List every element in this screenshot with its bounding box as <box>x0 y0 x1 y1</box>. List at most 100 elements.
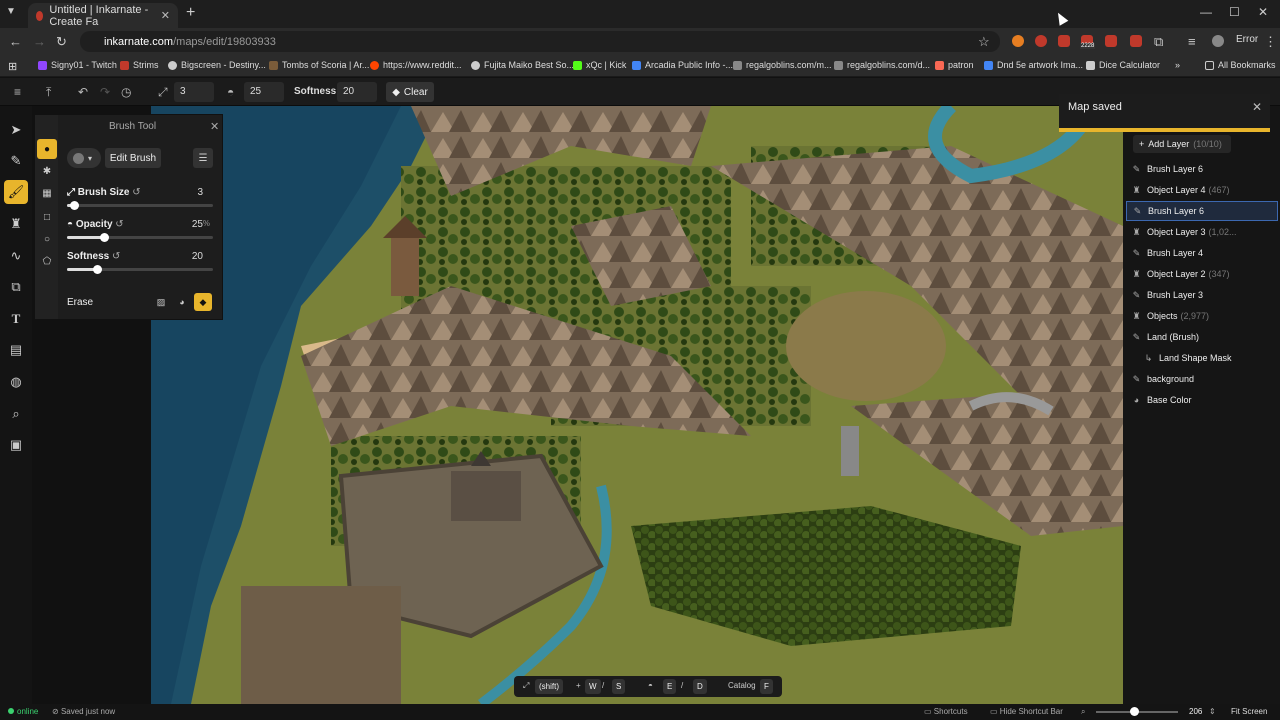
hamburger-menu-icon[interactable]: ≡ <box>14 85 21 99</box>
select-tool-icon[interactable]: ➤ <box>4 118 28 142</box>
close-tab-icon[interactable]: ✕ <box>161 9 170 22</box>
bookmark-item[interactable]: https://www.reddit... <box>370 60 462 70</box>
reset-icon[interactable]: ↺ <box>115 219 123 230</box>
reload-icon[interactable]: ↻ <box>56 34 67 50</box>
more-menu-icon[interactable]: ⋮ <box>1264 34 1277 50</box>
bookmark-item[interactable]: Fujita Maiko Best So... <box>471 60 574 70</box>
softness-slider[interactable] <box>67 265 213 274</box>
layer-item[interactable]: ♜ Objects (2,977) <box>1126 306 1278 326</box>
close-icon[interactable]: ✕ <box>210 120 219 133</box>
round-brush-icon[interactable]: ● <box>37 139 57 159</box>
bookmark-item[interactable]: Tombs of Scoria | Ar... <box>269 60 369 70</box>
bookmark-item[interactable]: Dice Calculator <box>1086 60 1160 70</box>
layer-item-selected[interactable]: ✎ Brush Layer 6 <box>1126 201 1278 221</box>
brush-size-slider[interactable] <box>67 201 213 210</box>
reset-icon[interactable]: ↺ <box>112 251 120 262</box>
brush-tool-icon[interactable]: 🖌 <box>4 180 28 204</box>
layer-item[interactable]: ♜ Object Layer 2 (347) <box>1126 264 1278 284</box>
page-tool-icon[interactable]: ▤ <box>4 338 28 362</box>
more-bookmarks-icon[interactable]: » <box>1175 60 1180 70</box>
opacity-value[interactable]: 25 <box>192 219 203 230</box>
brush-settings-icon[interactable]: ☰ <box>193 148 213 168</box>
add-layer-button[interactable]: + Add Layer (10/10) <box>1133 135 1231 153</box>
layer-item[interactable]: ♜ Object Layer 3 (1,02... <box>1126 222 1278 242</box>
save-tool-icon[interactable]: ▣ <box>4 433 28 457</box>
extension-icon[interactable] <box>1012 35 1024 47</box>
zoom-slider-handle[interactable] <box>1130 707 1139 716</box>
extension-icon[interactable] <box>1130 35 1142 47</box>
reset-icon[interactable]: ↺ <box>132 187 140 198</box>
map-canvas[interactable] <box>151 106 1123 704</box>
layer-item[interactable]: ✎ Brush Layer 3 <box>1126 285 1278 305</box>
bookmark-item[interactable]: Dnd 5e artwork Ima... <box>984 60 1083 70</box>
extension-icon[interactable] <box>1035 35 1047 47</box>
bookmark-item[interactable]: patron <box>935 60 974 70</box>
layer-item[interactable]: ◕ Base Color <box>1126 390 1278 410</box>
fit-screen-button[interactable]: Fit Screen <box>1231 707 1267 716</box>
globe-tool-icon[interactable]: ◍ <box>4 370 28 394</box>
back-icon[interactable]: ← <box>9 34 22 49</box>
all-bookmarks[interactable]: All Bookmarks <box>1205 60 1276 70</box>
shape-tool-icon[interactable]: ⧉ <box>4 275 28 299</box>
extensions-puzzle-icon[interactable]: ⧉ <box>1154 34 1163 50</box>
softness-input[interactable]: 20 <box>337 82 377 102</box>
url-field[interactable]: inkarnate.com/maps/edit/19803933 <box>80 31 1000 52</box>
clear-button[interactable]: ◆ Clear <box>386 82 434 102</box>
extension-icon[interactable] <box>1105 35 1117 47</box>
slider-handle[interactable] <box>100 233 109 242</box>
opacity-slider[interactable] <box>67 233 213 242</box>
reading-list-icon[interactable]: ≡ <box>1188 34 1196 49</box>
bookmark-item[interactable]: Arcadia Public Info -... <box>632 60 733 70</box>
redo-icon[interactable]: ↷ <box>100 85 110 99</box>
layer-item[interactable]: ♜ Object Layer 4 (467) <box>1126 180 1278 200</box>
minimize-icon[interactable]: — <box>1200 5 1212 19</box>
shortcuts-button[interactable]: ▭ Shortcuts <box>924 707 968 716</box>
apps-grid-icon[interactable]: ⊞ <box>8 60 17 73</box>
tab-search-icon[interactable]: ▼ <box>6 6 16 17</box>
bookmark-item[interactable]: xQc | Kick <box>573 60 626 70</box>
path-tool-icon[interactable]: ∿ <box>4 244 28 268</box>
brush-size-value[interactable]: 3 <box>197 187 203 198</box>
profile-error-button[interactable]: Error <box>1236 34 1258 45</box>
zoom-value[interactable]: 206 <box>1189 707 1202 716</box>
new-tab-icon[interactable]: + <box>186 4 195 22</box>
bookmark-item[interactable]: Signy01 - Twitch <box>38 60 117 70</box>
export-icon[interactable]: ⤒ <box>46 85 51 100</box>
layer-item[interactable]: ✎ Brush Layer 6 <box>1126 159 1278 179</box>
text-tool-icon[interactable]: T <box>4 307 28 331</box>
zoom-stepper-icon[interactable]: ⇕ <box>1209 707 1216 716</box>
bookmark-item[interactable]: Strims <box>120 60 159 70</box>
edit-brush-button[interactable]: Edit Brush <box>105 148 161 168</box>
browser-tab[interactable]: Untitled | Inkarnate - Create Fa ✕ <box>28 3 178 28</box>
texture-brush-icon[interactable]: ▦ <box>37 183 57 203</box>
layer-item[interactable]: ✎ Land (Brush) <box>1126 327 1278 347</box>
opacity-input[interactable]: 25 <box>244 82 284 102</box>
brush-color-picker[interactable]: ▾ <box>67 148 101 168</box>
scatter-brush-icon[interactable]: ✱ <box>37 161 57 181</box>
bookmark-star-icon[interactable]: ☆ <box>978 34 990 50</box>
undo-icon[interactable]: ↶ <box>78 85 88 99</box>
close-window-icon[interactable]: ✕ <box>1258 5 1268 19</box>
erase-palette-icon[interactable]: ◕ <box>173 293 191 311</box>
maximize-icon[interactable]: ☐ <box>1229 5 1240 19</box>
extension-icon[interactable] <box>1058 35 1070 47</box>
close-icon[interactable]: ✕ <box>1252 100 1262 114</box>
history-icon[interactable]: ◷ <box>121 85 131 99</box>
hide-shortcut-bar-button[interactable]: ▭ Hide Shortcut Bar <box>990 707 1063 716</box>
eraser-icon[interactable]: ◆ <box>194 293 212 311</box>
square-brush-icon[interactable]: □ <box>37 207 57 227</box>
layer-item-child[interactable]: ↳ Land Shape Mask <box>1126 348 1278 368</box>
object-tool-icon[interactable]: ✎ <box>4 149 28 173</box>
layer-item[interactable]: ✎ Brush Layer 4 <box>1126 243 1278 263</box>
zoom-tool-icon[interactable]: ⌕ <box>4 402 28 426</box>
bookmark-item[interactable]: regalgoblins.com/d... <box>834 60 930 70</box>
forward-icon[interactable]: → <box>33 34 46 49</box>
layer-item[interactable]: ✎ background <box>1126 369 1278 389</box>
size-input[interactable]: 3 <box>174 82 214 102</box>
circle-brush-icon[interactable]: ○ <box>37 229 57 249</box>
profile-icon[interactable] <box>1212 35 1224 47</box>
slider-handle[interactable] <box>70 201 79 210</box>
slider-handle[interactable] <box>93 265 102 274</box>
stamp-tool-icon[interactable]: ♜ <box>4 212 28 236</box>
softness-value[interactable]: 20 <box>192 251 203 262</box>
